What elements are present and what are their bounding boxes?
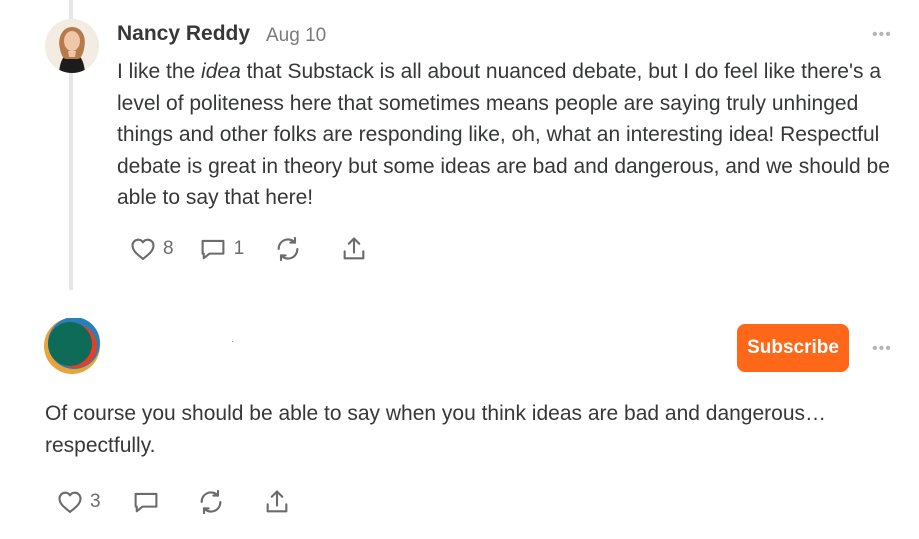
avatar-logo-icon xyxy=(44,317,100,374)
subscribe-button[interactable]: Subscribe xyxy=(737,324,849,372)
share-button[interactable] xyxy=(263,488,291,516)
comment-icon xyxy=(134,492,158,513)
restack-button[interactable] xyxy=(274,235,302,263)
share-icon xyxy=(343,237,365,260)
author-avatar[interactable] xyxy=(44,317,100,374)
share-button[interactable] xyxy=(340,235,368,263)
avatar-portrait-icon xyxy=(45,19,99,73)
comment-date[interactable]: Aug 10 xyxy=(266,25,326,47)
reply-button[interactable]: 1 xyxy=(198,235,245,263)
like-button[interactable]: 8 xyxy=(129,235,174,263)
author-name[interactable]: Nancy Reddy xyxy=(117,22,250,46)
decorative-dot xyxy=(232,341,233,342)
restack-button[interactable] xyxy=(197,488,225,516)
like-count: 8 xyxy=(163,238,174,259)
heart-icon xyxy=(58,491,82,513)
reply-count: 1 xyxy=(233,238,245,259)
more-options-icon[interactable]: ••• xyxy=(872,340,892,358)
restack-icon xyxy=(200,489,221,515)
comment-actions: 3 xyxy=(56,488,291,516)
restack-icon xyxy=(277,236,299,262)
comment-text-part: I like the xyxy=(117,60,202,83)
comment-body: I like the idea that Substack is all abo… xyxy=(117,56,897,214)
share-icon xyxy=(266,490,287,513)
reply-button[interactable] xyxy=(131,488,161,516)
heart-icon xyxy=(131,238,155,260)
author-avatar[interactable] xyxy=(45,19,99,73)
like-button[interactable]: 3 xyxy=(56,488,101,516)
comment-icon xyxy=(201,239,225,260)
comment-text-emphasis: idea xyxy=(201,60,241,83)
comment-actions: 8 1 xyxy=(129,235,368,263)
like-count: 3 xyxy=(90,491,101,512)
more-options-icon[interactable]: ••• xyxy=(872,26,892,44)
comment-body: Of course you should be able to say when… xyxy=(45,402,827,457)
